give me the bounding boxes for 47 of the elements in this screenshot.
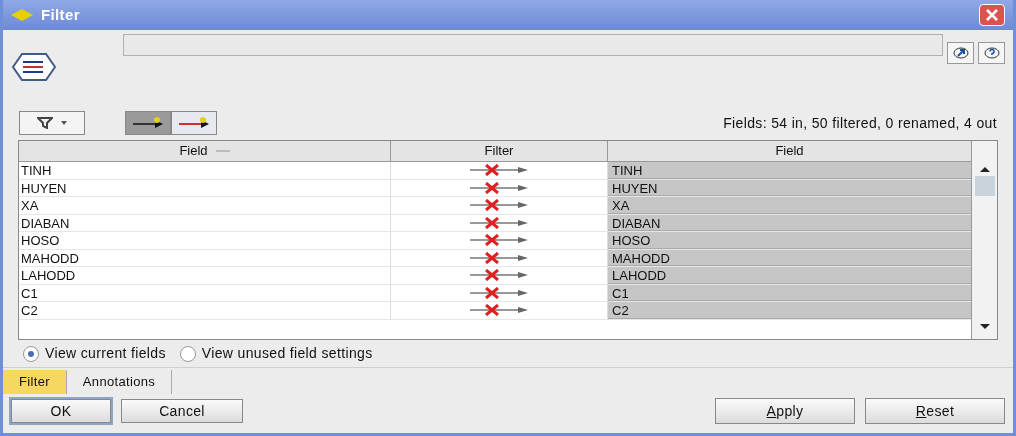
table-cell: C2 xyxy=(19,302,391,319)
table-cell: XA xyxy=(19,197,391,214)
table-cell: C2 xyxy=(608,302,971,319)
view-radio[interactable]: View current fields xyxy=(23,343,166,364)
dialog-button[interactable]: Reset xyxy=(865,398,1005,424)
close-button[interactable] xyxy=(979,4,1005,26)
include-all-button[interactable] xyxy=(125,111,171,135)
crossed-arrow-icon xyxy=(177,116,211,130)
table-cell: TINH xyxy=(608,162,971,179)
tab[interactable]: Filter xyxy=(3,370,67,394)
scroll-thumb[interactable] xyxy=(974,176,995,196)
diamond-icon xyxy=(11,9,33,21)
column-header[interactable]: Field xyxy=(608,141,971,161)
filter-node-icon xyxy=(11,52,57,82)
table-cell: LAHODD xyxy=(608,267,971,284)
close-icon xyxy=(986,9,998,21)
table-cell: XA xyxy=(608,197,971,214)
table-cell: DIABAN xyxy=(19,214,391,231)
help-icon xyxy=(983,47,1000,59)
dialog-button[interactable]: OK xyxy=(11,399,111,423)
column-header[interactable]: Filter xyxy=(391,141,608,161)
scroll-down-icon[interactable] xyxy=(979,324,990,329)
scroll-up-icon[interactable] xyxy=(979,167,990,172)
table-cell: C1 xyxy=(19,284,391,301)
table-cell: MAHODD xyxy=(19,249,391,266)
table-cell: HUYEN xyxy=(19,179,391,196)
help-button[interactable] xyxy=(978,42,1005,64)
table-cell: TINH xyxy=(19,162,391,179)
scrollbar[interactable] xyxy=(971,141,997,339)
radio-button[interactable] xyxy=(179,345,196,362)
launch-button[interactable] xyxy=(947,42,974,64)
arrow-icon xyxy=(131,116,165,130)
radio-button[interactable] xyxy=(23,345,39,362)
field-summary: Fields: 54 in, 50 filtered, 0 renamed, 4 out xyxy=(723,113,997,133)
table-cell: LAHODD xyxy=(19,267,391,284)
dialog-button[interactable]: Cancel xyxy=(121,399,243,423)
exclude-all-button[interactable] xyxy=(171,111,217,135)
window-title: Filter xyxy=(41,4,80,25)
table-cell: HOSO xyxy=(608,232,971,249)
view-radio[interactable]: View unused field settings xyxy=(179,343,373,364)
dialog-button[interactable]: Apply xyxy=(715,398,855,424)
table-cell: HOSO xyxy=(19,232,391,249)
funnel-icon xyxy=(37,117,53,129)
filter-dropdown-button[interactable] xyxy=(19,111,85,135)
column-header[interactable]: Field xyxy=(19,141,391,161)
annotation-field[interactable] xyxy=(123,34,943,56)
caret-icon xyxy=(61,121,67,125)
